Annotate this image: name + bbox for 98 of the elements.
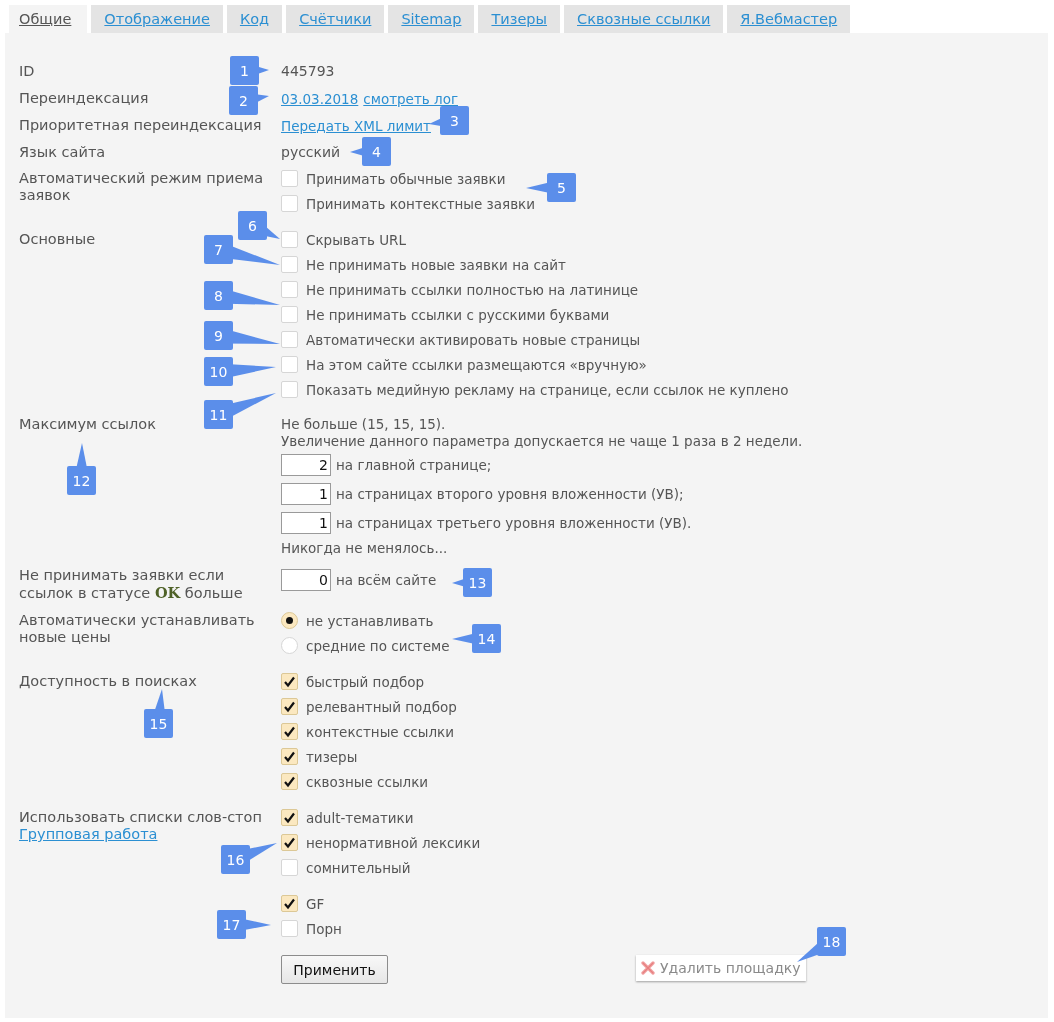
number-callout: 3 [429,106,469,135]
field-value: русский [281,143,341,162]
tab[interactable]: Отображение [91,5,223,33]
field-label: Переиндексация [19,89,149,108]
tab[interactable]: Сквозные ссылки [564,5,724,33]
number-callout: 18 [797,927,846,962]
checkbox[interactable] [281,809,298,826]
field-label: ID [19,62,35,81]
option-label: быстрый подбор [306,673,425,690]
checkbox[interactable] [281,356,298,373]
delete-button[interactable]: Удалить площадку [636,955,806,981]
number-callout: 17 [217,910,271,939]
option-label: ненормативной лексики [306,834,481,851]
field-value: 445793 [281,62,335,81]
option-label: сомнительный [306,859,411,876]
number-callout: 8 [204,281,280,310]
field-label: Максимум ссылок [19,416,156,433]
note-text: Увеличение данного параметра допускается не чаще 1 раза в 2 недели. [281,433,803,450]
text-link[interactable]: смотреть лог [363,90,458,107]
checkbox[interactable] [281,773,298,790]
tab[interactable]: Sitemap [388,5,475,33]
checkbox[interactable] [281,195,298,212]
option-label: Показать медийную рекламу на странице, если ссылок не куплено [306,381,789,398]
field-label: Не принимать заявки если ссылок в статусе OK больше [19,567,244,602]
tab[interactable]: Счётчики [286,5,385,33]
option-label: Скрывать URL [306,231,406,248]
checkbox[interactable] [281,306,298,323]
option-label: сквозные ссылки [306,773,429,790]
radio-button[interactable] [281,612,298,629]
number-callout: 15 [144,689,173,738]
number-field[interactable]: 1 [281,511,331,534]
option-label: Не принимать ссылки полностью на латинице [306,281,639,298]
number-callout: 13 [452,568,492,597]
tab[interactable]: Код [226,5,283,33]
field-label: Основные [19,231,96,248]
number-field[interactable]: 2 [281,453,331,476]
checkbox[interactable] [281,281,298,298]
checkbox[interactable] [281,231,298,248]
option-label: Не принимать новые заявки на сайт [306,256,566,273]
checkbox[interactable] [281,170,298,187]
option-label: контекстные ссылки [306,723,454,740]
checkbox[interactable] [281,834,298,851]
number-callout: 14 [452,624,501,653]
option-label: Порн [306,920,342,937]
checkbox[interactable] [281,859,298,876]
number-callout: 12 [67,443,96,495]
cross-icon [641,961,655,975]
checkbox[interactable] [281,256,298,273]
number-callout: 11 [204,393,276,429]
option-label: Автоматически активировать новые страницы [306,331,641,348]
field-label: Использовать списки слов-стоп Групповая работа [19,809,263,843]
number-callout: 16 [221,843,277,874]
checkbox[interactable] [281,723,298,740]
number-callout: 5 [526,173,576,202]
number-callout: 1 [230,56,269,85]
field-label: Приоритетная переиндексация [19,116,262,135]
number-callout: 2 [229,86,269,115]
field-label: Доступность в поисках [19,673,197,690]
checkbox[interactable] [281,748,298,765]
tab[interactable]: Общие [9,5,88,33]
field-label: Автоматически устанавливать новые цены [19,612,256,646]
field-caption: на главной странице; [336,456,492,473]
checkbox[interactable] [281,381,298,398]
field-label: Язык сайта [19,143,106,162]
number-callout: 7 [204,235,280,265]
option-label: релевантный подбор [306,698,457,715]
number-callout: 9 [204,321,280,350]
number-field[interactable]: 1 [281,482,331,505]
checkbox[interactable] [281,331,298,348]
text-link[interactable]: 03.03.2018 [281,90,359,107]
number-field[interactable]: 0 [281,568,331,591]
option-label: Принимать обычные заявки [306,170,506,187]
option-label: adult-тематики [306,809,414,826]
apply-button[interactable]: Применить [281,955,388,984]
option-label: тизеры [306,748,358,765]
field-caption: на страницах второго уровня вложенности (УВ); [336,485,684,502]
number-callout: 10 [204,357,276,386]
checkbox[interactable] [281,673,298,690]
checkbox[interactable] [281,920,298,937]
radio-button[interactable] [281,637,298,654]
option-label: На этом сайте ссылки размещаются «вручную» [306,356,647,373]
checkbox[interactable] [281,895,298,912]
group-work-link[interactable]: Групповая работа [19,826,158,842]
option-label: GF [306,895,325,912]
checkbox[interactable] [281,698,298,715]
tab[interactable]: Тизеры [478,5,560,33]
tab[interactable]: Я.Вебмастер [727,5,851,33]
number-callout: 4 [350,137,391,166]
text-link[interactable]: Передать XML лимит [281,117,431,134]
note-text: Никогда не менялось... [281,540,448,557]
number-callout: 6 [238,211,280,240]
option-label: Не принимать ссылки с русскими буквами [306,306,610,323]
note-text: Не больше (15, 15, 15). [281,416,446,433]
option-label: средние по системе [306,637,450,654]
field-caption: на страницах третьего уровня вложенности (УВ). [336,514,692,531]
field-caption: на всём сайте [336,571,437,588]
field-label: Автоматический режим приема заявок [19,170,265,204]
option-label: не устанавливать [306,612,434,629]
